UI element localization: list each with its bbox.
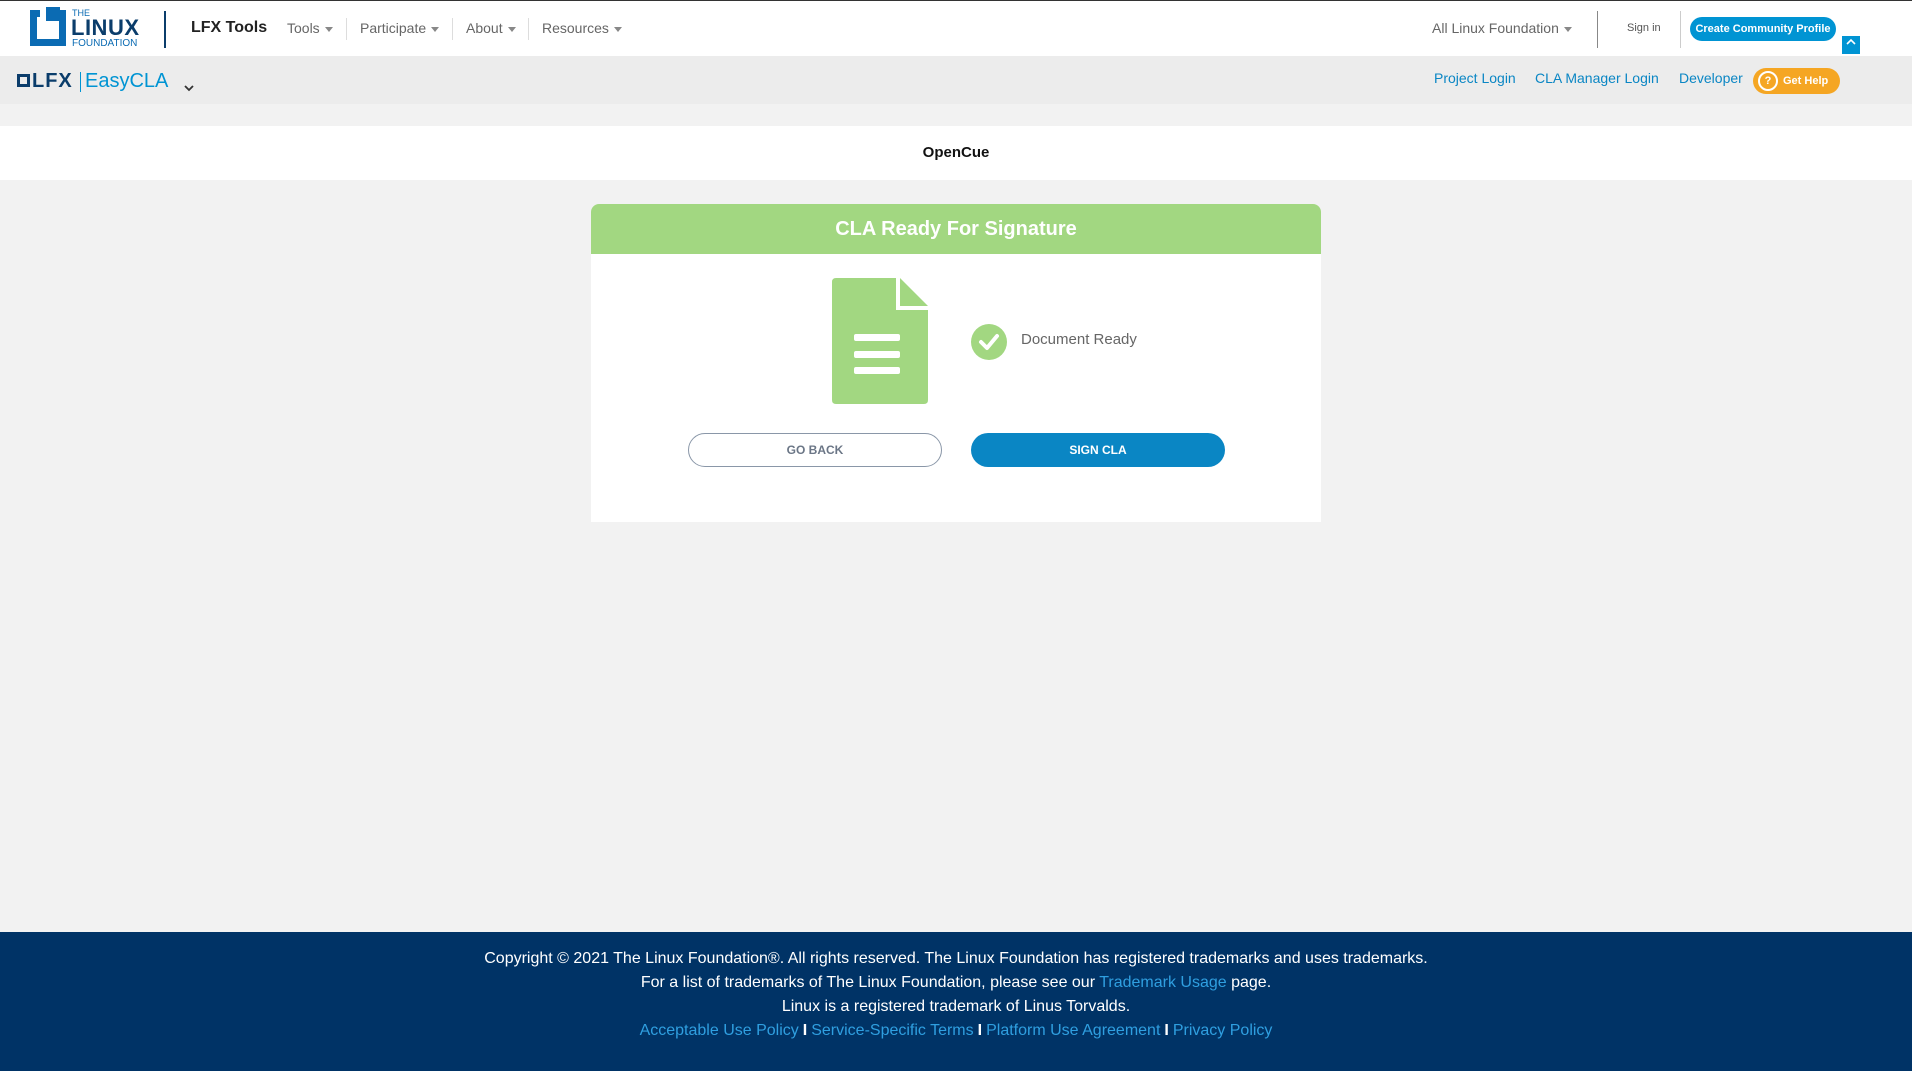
org-selector[interactable]: All Linux Foundation	[1432, 20, 1572, 36]
footer-trademark-line: For a list of trademarks of The Linux Fo…	[0, 971, 1912, 995]
footer-links: Acceptable Use Policy I Service-Specific T…	[0, 1019, 1912, 1043]
lfx-logo-square	[17, 74, 30, 87]
footer: Copyright © 2021 The Linux Foundation®. …	[0, 932, 1912, 1071]
lfx-logo-text: LFX	[32, 70, 73, 92]
sign-cla-button[interactable]: SIGN CLA	[971, 433, 1225, 467]
service-specific-terms-link[interactable]: Service-Specific Terms	[811, 1022, 973, 1039]
logo-foundation: FOUNDATION	[72, 38, 138, 49]
chevron-up-icon[interactable]	[1842, 36, 1860, 54]
question-circle-icon: ?	[1758, 71, 1778, 91]
top-navbar: THE LINUX FOUNDATION LFX Tools Tools Par…	[0, 0, 1912, 56]
platform-use-agreement-link[interactable]: Platform Use Agreement	[986, 1022, 1160, 1039]
nav-about[interactable]: About	[466, 20, 516, 36]
footer-trademark-post: page.	[1231, 974, 1272, 991]
caret-down-icon	[1563, 26, 1572, 32]
footer-copyright: Copyright © 2021 The Linux Foundation®. …	[484, 950, 1428, 967]
document-ready-status: Document Ready	[1021, 331, 1137, 348]
go-back-button[interactable]: GO BACK	[688, 433, 942, 467]
lfx-tools-title[interactable]: LFX Tools	[191, 19, 267, 37]
get-help-button[interactable]: ? Get Help	[1753, 68, 1840, 94]
linux-foundation-logo[interactable]: THE LINUX FOUNDATION	[30, 1, 142, 49]
nav-tools-label: Tools	[287, 20, 320, 36]
footer-trademark-pre: For a list of trademarks of The Linux Fo…	[640, 974, 1096, 991]
get-help-label: Get Help	[1783, 75, 1829, 87]
nav-separator	[452, 18, 453, 40]
cla-manager-login-link[interactable]: CLA Manager Login	[1535, 70, 1659, 86]
header-divider	[1680, 11, 1681, 48]
caret-down-icon	[431, 26, 440, 32]
chevron-down-icon[interactable]	[183, 80, 195, 96]
check-circle-icon	[971, 324, 1007, 365]
footer-linux-trademark: Linux is a registered trademark of Linus…	[781, 998, 1131, 1015]
nav-resources-label: Resources	[542, 20, 609, 36]
logo-linux: LINUX	[71, 15, 140, 40]
document-icon	[832, 278, 928, 409]
project-name: OpenCue	[922, 144, 990, 161]
nav-resources[interactable]: Resources	[542, 20, 622, 36]
footer-separator: I	[1164, 1022, 1169, 1039]
nav-separator	[346, 18, 347, 40]
logo-inner-square	[46, 7, 60, 21]
sign-in-link[interactable]: Sign in	[1627, 22, 1661, 34]
logo-divider	[164, 11, 166, 48]
footer-separator: I	[802, 1022, 808, 1039]
trademark-usage-link[interactable]: Trademark Usage	[1099, 974, 1226, 991]
caret-down-icon	[613, 26, 622, 32]
caret-down-icon	[507, 26, 516, 32]
nav-about-label: About	[466, 20, 503, 36]
document-icon-svg	[832, 278, 928, 404]
chevron-up-icon-svg	[1846, 38, 1856, 45]
create-community-profile-button[interactable]: Create Community Profile	[1690, 17, 1836, 41]
nav-separator	[528, 18, 529, 40]
nav-participate[interactable]: Participate	[360, 20, 440, 36]
header-divider	[1597, 11, 1598, 48]
acceptable-use-policy-link[interactable]: Acceptable Use Policy	[640, 1022, 799, 1039]
check-circle-icon-svg	[971, 324, 1007, 360]
cla-card: CLA Ready For Signature Document Ready G…	[591, 204, 1321, 522]
nav-tools[interactable]: Tools	[287, 20, 333, 36]
easycla-logo-text: EasyCLA	[85, 70, 169, 92]
caret-down-icon	[324, 26, 333, 32]
project-login-link[interactable]: Project Login	[1434, 70, 1516, 86]
card-title: CLA Ready For Signature	[591, 204, 1321, 254]
footer-separator: I	[977, 1022, 983, 1039]
org-selector-label: All Linux Foundation	[1432, 20, 1559, 36]
privacy-policy-link[interactable]: Privacy Policy	[1173, 1022, 1273, 1039]
developer-link[interactable]: Developer	[1679, 70, 1743, 86]
chevron-down-icon-svg	[184, 85, 194, 92]
nav-participate-label: Participate	[360, 20, 427, 36]
lfx-logo-divider	[80, 72, 81, 92]
